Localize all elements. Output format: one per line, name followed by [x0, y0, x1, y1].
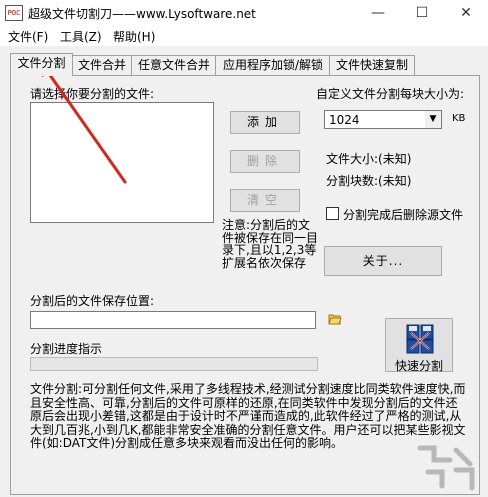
- delete-source-checkbox[interactable]: [326, 207, 339, 220]
- menu-bar: 文件(F) 工具(Z) 帮助(H): [0, 26, 488, 46]
- block-size-value: 1024: [329, 113, 360, 127]
- delete-source-label: 分割完成后删除源文件: [343, 208, 464, 222]
- clear-button[interactable]: 清空: [230, 189, 300, 212]
- menu-file[interactable]: 文件(F): [8, 28, 48, 45]
- progress-label: 分割进度指示: [30, 342, 103, 356]
- tab-file-split[interactable]: 文件分割: [10, 53, 73, 76]
- split-progress-bar: [30, 357, 318, 371]
- save-path-field[interactable]: [30, 311, 316, 329]
- add-button[interactable]: 添加: [230, 111, 300, 134]
- size-unit-label: KB: [452, 113, 466, 124]
- app-window: POC 超级文件切割刀——www.Lysoftware.net — ☐ ✕ 文件…: [0, 0, 488, 497]
- file-size-label: 文件大小:(未知): [326, 152, 412, 166]
- save-path-label: 分割后的文件保存位置:: [30, 294, 155, 308]
- tab-app-lock[interactable]: 应用程序加锁/解锁: [215, 55, 331, 75]
- watermark-icon: [417, 445, 475, 491]
- quick-split-button[interactable]: 快速分割: [385, 318, 453, 373]
- minimize-button[interactable]: —: [356, 0, 400, 26]
- note-text: 注意:分割后的文件被保存在同一目录下,且以1,2,3等扩展名依次保存: [222, 218, 319, 270]
- window-title: 超级文件切割刀——www.Lysoftware.net: [28, 7, 256, 21]
- menu-tools[interactable]: 工具(Z): [60, 28, 102, 45]
- close-button[interactable]: ✕: [444, 0, 488, 26]
- select-file-label: 请选择你要分割的文件:: [30, 87, 155, 101]
- split-disk-icon: [406, 324, 434, 354]
- block-size-select[interactable]: 1024 ▼: [324, 110, 442, 129]
- tab-file-merge[interactable]: 文件合并: [71, 55, 133, 75]
- tab-any-merge[interactable]: 任意文件合并: [131, 55, 217, 75]
- title-bar: POC 超级文件切割刀——www.Lysoftware.net — ☐ ✕: [0, 0, 488, 26]
- folder-icon[interactable]: [328, 313, 342, 325]
- chevron-down-icon[interactable]: ▼: [425, 111, 441, 128]
- about-button[interactable]: 关于...: [324, 246, 442, 276]
- delete-button[interactable]: 删除: [230, 150, 300, 173]
- app-icon: POC: [5, 5, 23, 21]
- file-listbox[interactable]: [30, 102, 214, 223]
- menu-help[interactable]: 帮助(H): [113, 28, 155, 45]
- maximize-button[interactable]: ☐: [400, 0, 444, 26]
- quick-split-label: 快速分割: [394, 359, 443, 373]
- tab-quick-copy[interactable]: 文件快速复制: [329, 55, 415, 75]
- block-count-label: 分割块数:(未知): [326, 174, 412, 188]
- custom-size-label: 自定义文件分割每块大小为:: [316, 87, 465, 101]
